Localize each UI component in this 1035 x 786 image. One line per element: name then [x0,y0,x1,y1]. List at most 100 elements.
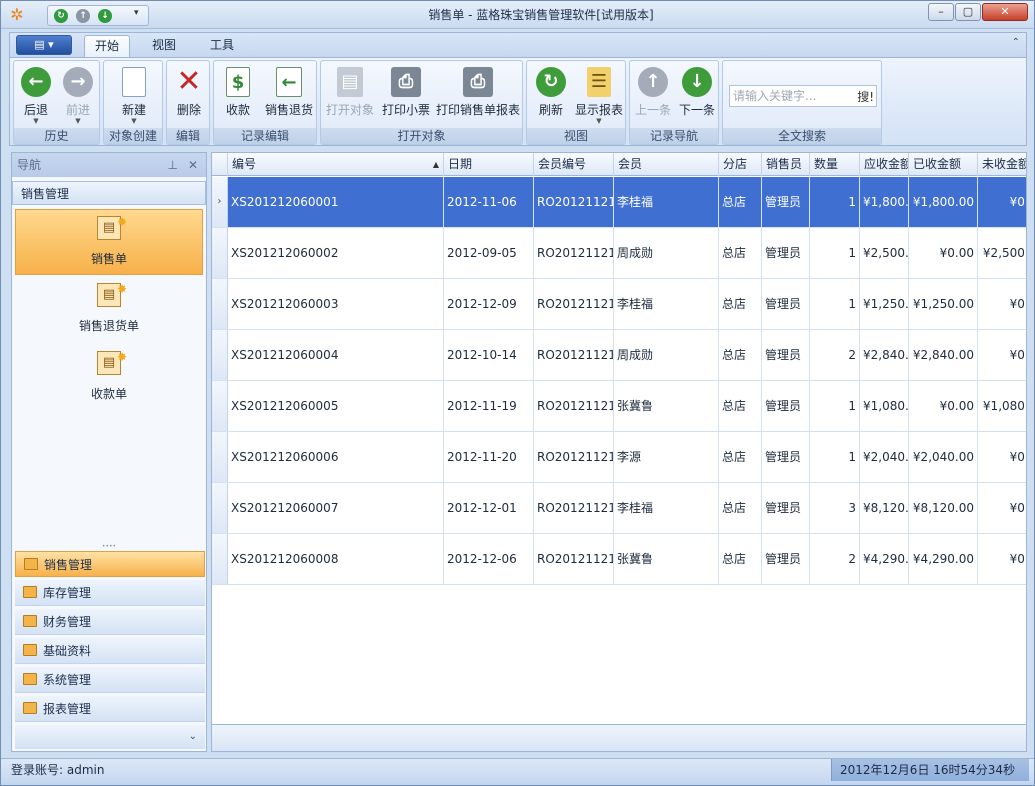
cell-paid: ¥0.00 [909,228,978,278]
row-indicator[interactable] [212,483,228,533]
cell-date: 2012-12-01 [444,483,534,533]
row-indicator[interactable] [212,534,228,584]
header-col-qty[interactable]: 数量 [810,153,860,176]
prev-record-button[interactable]: ↑ 上一条 [632,63,674,129]
refresh-button[interactable]: ↻ 刷新 [529,63,573,129]
cell-unpaid: ¥1,080.00 [978,381,1026,431]
tab-tools[interactable]: 工具 [200,35,244,57]
collapse-ribbon-icon[interactable]: ⌃ [1012,37,1020,48]
close-icon[interactable]: ✕ [188,153,198,177]
cell-seller: 管理员 [762,228,810,278]
nav-item-receipt[interactable]: ▤ ✸ 收款单 [15,345,203,411]
cell-id: XS201212060006 [228,432,444,482]
forward-button[interactable]: → 前进 ▼ [58,63,98,129]
group-record-nav: ↑ 上一条 ↓ 下一条 记录导航 [629,60,719,145]
header-row-indicator [212,153,228,176]
open-object-button[interactable]: ▤ 打开对象 [323,63,377,129]
cell-member-id: RO201211210005 [534,330,614,380]
cell-member: 李桂福 [614,177,719,227]
table-row[interactable]: XS2012120600072012-12-01RO201211210001李桂… [212,483,1026,534]
app-menu-button[interactable]: ▤ ▾ [16,35,72,55]
new-button[interactable]: 新建 ▼ [110,63,158,129]
cell-paid: ¥2,840.00 [909,330,978,380]
nav-item-sales-return[interactable]: ▤ ✸ 销售退货单 [15,277,203,343]
cell-unpaid: ¥0.00 [978,330,1026,380]
tab-view[interactable]: 视图 [142,35,186,57]
cell-seller: 管理员 [762,483,810,533]
header-col-paid[interactable]: 已收金额 [909,153,978,176]
cell-member-id: RO201211210006 [534,534,614,584]
panel-sales-management[interactable]: 销售管理 [15,551,205,577]
sales-return-button[interactable]: ← 销售退货 [262,63,316,129]
panel-basic-data[interactable]: 基础资料 [15,638,205,664]
folder-icon [23,702,37,714]
group-create: 新建 ▼ 对象创建 [103,60,163,145]
header-col-member-id[interactable]: 会员编号 [534,153,614,176]
cell-paid: ¥8,120.00 [909,483,978,533]
header-col-unpaid[interactable]: 未收金额 [978,153,1026,176]
cell-id: XS201212060007 [228,483,444,533]
show-report-button[interactable]: ☰ 显示报表 ▼ [573,63,625,129]
table-row[interactable]: ›XS2012120600012012-11-06RO201211210001李… [212,177,1026,228]
row-indicator[interactable]: › [212,177,228,227]
header-col-branch[interactable]: 分店 [719,153,762,176]
cell-branch: 总店 [719,228,762,278]
table-row[interactable]: XS2012120600032012-12-09RO201211210001李桂… [212,279,1026,330]
row-indicator[interactable] [212,279,228,329]
cell-member-id: RO201211210006 [534,381,614,431]
close-button[interactable]: ✕ [982,3,1028,21]
table-row[interactable]: XS2012120600062012-11-20RO201211210007李源… [212,432,1026,483]
group-edit: ✕ 删除 编辑 [166,60,210,145]
cell-seller: 管理员 [762,330,810,380]
group-history: ← 后退 ▼ → 前进 ▼ 历史 [13,60,100,145]
money-document-icon: $ [226,67,250,97]
table-row[interactable]: XS2012120600042012-10-14RO201211210005周成… [212,330,1026,381]
print-ticket-button[interactable]: ⎙ 打印小票 [379,63,433,129]
navigation-pane: 导航 ⊥ ✕ 销售管理 ▤ ✸ 销售单 ▤ ✸ 销售退货单 ▤ ✸ 收款单 •••• … [11,152,207,752]
tab-home[interactable]: 开始 [84,35,131,57]
header-col-member[interactable]: 会员 [614,153,719,176]
print-report-button[interactable]: ⎙ 打印销售单报表 [435,63,521,129]
search-button[interactable]: 搜! [857,87,874,107]
minimize-button[interactable]: – [928,3,954,21]
group-open: ▤ 打开对象 ⎙ 打印小票 ⎙ 打印销售单报表 打开对象 [320,60,523,145]
header-col-date[interactable]: 日期 [444,153,534,176]
table-row[interactable]: XS2012120600052012-11-19RO201211210006张冀… [212,381,1026,432]
table-row[interactable]: XS2012120600022012-09-05RO201211210005周成… [212,228,1026,279]
cell-paid: ¥1,250.00 [909,279,978,329]
panel-finance[interactable]: 财务管理 [15,609,205,635]
cell-unpaid: ¥0.00 [978,534,1026,584]
panel-reports[interactable]: 报表管理 [15,696,205,722]
splitter-handle[interactable]: •••• [12,544,206,550]
row-indicator[interactable] [212,381,228,431]
panel-system[interactable]: 系统管理 [15,667,205,693]
cell-date: 2012-11-19 [444,381,534,431]
row-indicator[interactable] [212,330,228,380]
cell-date: 2012-09-05 [444,228,534,278]
nav-item-sales-order[interactable]: ▤ ✸ 销售单 [15,209,203,275]
window-title: 销售单 - 蓝格珠宝销售管理软件[试用版本] [428,8,654,22]
group-label-edit: 编辑 [167,128,209,144]
maximize-button[interactable]: ▢ [955,3,981,21]
group-label-open: 打开对象 [321,128,522,144]
panel-inventory[interactable]: 库存管理 [15,580,205,606]
back-button[interactable]: ← 后退 ▼ [16,63,56,129]
next-record-button[interactable]: ↓ 下一条 [676,63,718,129]
row-indicator[interactable] [212,228,228,278]
folder-icon [23,586,37,598]
delete-button[interactable]: ✕ 删除 [169,63,209,129]
group-label-history: 历史 [14,128,99,144]
panel-overflow-chevron-icon[interactable]: ⌄ [15,725,205,749]
cell-seller: 管理员 [762,177,810,227]
pin-icon[interactable]: ⊥ [168,153,178,177]
header-col-due[interactable]: 应收金额 [860,153,909,176]
row-indicator[interactable] [212,432,228,482]
receive-button[interactable]: $ 收款 [218,63,258,129]
cell-id: XS201212060002 [228,228,444,278]
header-col-id[interactable]: 编号 ▲ [228,153,444,176]
search-input[interactable]: 请输入关键字... 搜! [729,85,877,107]
header-col-seller[interactable]: 销售员 [762,153,810,176]
table-row[interactable]: XS2012120600082012-12-06RO201211210006张冀… [212,534,1026,585]
sales-grid: 编号▲日期会员编号会员分店销售员数量应收金额已收金额未收金额是..备..图片 ›… [211,152,1027,752]
receipt-icon: ▤ ✸ [97,350,127,375]
